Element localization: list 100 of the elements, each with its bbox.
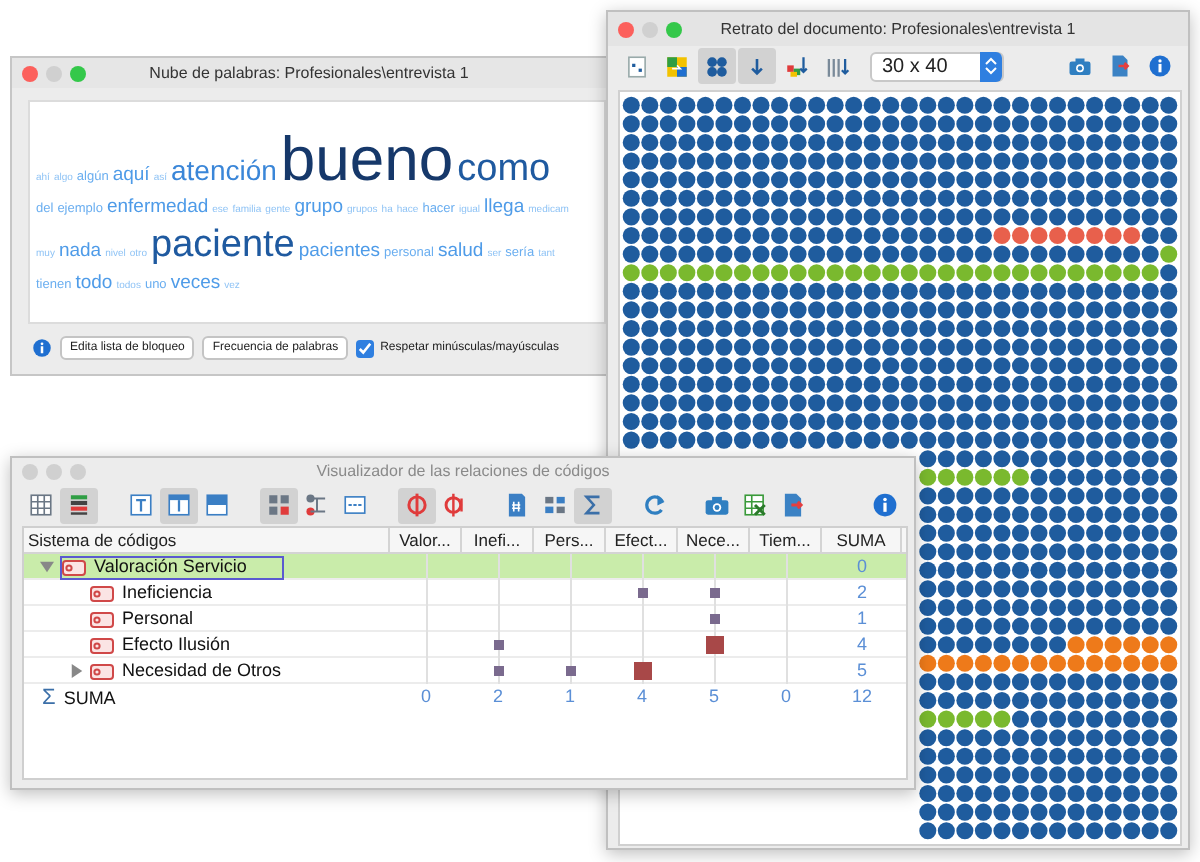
cloud-word: grupo (294, 194, 343, 222)
cloud-word: llega (484, 194, 525, 222)
code-name: Personal (122, 608, 194, 630)
camera-icon (1067, 54, 1091, 78)
table-row[interactable]: Ineficiencia 2 (24, 580, 906, 606)
relation-square[interactable] (633, 662, 651, 680)
sum-value: 2 (490, 684, 505, 710)
code-tag-icon (62, 559, 86, 575)
code-name: Ineficiencia (122, 582, 213, 604)
nodes-icon (304, 492, 330, 518)
export-icon (780, 492, 806, 518)
window-title: Nube de palabras: Profesionales\entrevista 1 (147, 61, 471, 85)
text-frame-icon (128, 492, 154, 518)
toolbar-button[interactable] (574, 487, 612, 523)
column-header[interactable]: Nece... (678, 528, 750, 552)
relation-square[interactable] (709, 588, 719, 598)
number-box-icon (342, 492, 368, 518)
column-header[interactable]: Valor... (390, 528, 462, 552)
dots-icon (704, 53, 730, 79)
document-icon (624, 53, 650, 79)
sum-value: 4 (854, 632, 869, 658)
color-squares-icon (664, 53, 690, 79)
relation-square[interactable] (493, 666, 503, 676)
document-hash-icon (504, 492, 530, 518)
grid-size-select[interactable]: 30 x 40 (870, 51, 1004, 81)
checkbox[interactable] (356, 339, 375, 357)
info-icon (1147, 54, 1171, 78)
relation-square[interactable] (709, 614, 719, 624)
cloud-word: bueno (280, 130, 454, 190)
sum-value: 12 (849, 684, 874, 710)
frame-header-icon (166, 492, 192, 518)
column-header[interactable]: SUMA (822, 528, 902, 552)
cloud-word: atención (170, 152, 277, 190)
code-tag-icon (90, 637, 114, 653)
code-name: Necesidad de Otros (122, 660, 282, 682)
cloud-word: paciente (151, 224, 295, 269)
toolbar-button[interactable] (60, 487, 98, 523)
code-tag-icon (90, 663, 114, 679)
cloud-word: pacientes (298, 238, 381, 267)
cloud-word: todo (75, 270, 113, 299)
table-icon (28, 492, 54, 518)
lines-sort-icon (824, 53, 850, 79)
relation-square[interactable] (637, 588, 647, 598)
cloud-word: veces (170, 270, 221, 299)
table-row[interactable]: Necesidad de Otros 5 (24, 658, 906, 684)
sum-value: 0 (418, 684, 433, 710)
sigma-icon (580, 492, 606, 518)
sum-value: 0 (854, 554, 869, 580)
column-header[interactable]: Efect... (606, 528, 678, 552)
sum-value: 0 (778, 684, 793, 710)
sum-value: 2 (854, 580, 869, 606)
refresh-icon (642, 492, 668, 518)
cloud-word: aquí (112, 162, 150, 190)
info-icon (32, 338, 52, 358)
cloud-word: enfermedad (106, 194, 209, 222)
spreadsheet-icon (742, 492, 768, 518)
cloud-word: nada (58, 238, 102, 267)
sum-value: 1 (854, 606, 869, 632)
toolbar-button[interactable] (260, 487, 298, 523)
info-button[interactable] (32, 338, 52, 358)
sum-label: SUMA (63, 685, 116, 709)
stepper-icon (980, 51, 1002, 81)
toolbar-button[interactable] (160, 487, 198, 523)
cloud-word: como (457, 148, 551, 192)
sigma-symbol: Σ (42, 685, 56, 709)
code-tag-icon (90, 611, 114, 627)
window-title: Visualizador de las relaciones de códigos (314, 459, 612, 483)
squares-grid-icon (266, 492, 292, 518)
select-value: 30 x 40 (882, 53, 948, 81)
code-name: Efecto Ilusión (122, 634, 231, 656)
info-icon (872, 492, 898, 518)
color-sort-icon (784, 53, 810, 79)
collapsed-triangle-icon[interactable] (70, 664, 84, 678)
code-tag-icon (90, 585, 114, 601)
table-row[interactable]: Valoración Servicio 0 (24, 554, 906, 580)
toolbar-button[interactable] (398, 487, 436, 523)
table-row[interactable]: Personal 1 (24, 606, 906, 632)
camera-icon (704, 492, 730, 518)
relation-square[interactable] (705, 636, 723, 654)
column-header[interactable]: Tiem... (750, 528, 822, 552)
column-header[interactable]: Pers... (534, 528, 606, 552)
frame-icon (204, 492, 230, 518)
circle-split-icon (442, 492, 468, 518)
sum-value: 4 (634, 684, 649, 710)
squares-icon (542, 492, 568, 518)
sum-value: 5 (854, 658, 869, 684)
window-title: Retrato del documento: Profesionales\entrevista 1 (718, 17, 1078, 41)
expanded-triangle-icon[interactable] (40, 560, 54, 574)
column-header[interactable]: Sistema de códigos (24, 528, 390, 552)
cloud-word: salud (437, 238, 484, 267)
relation-square[interactable] (565, 666, 575, 676)
colored-bars-icon (66, 492, 92, 518)
toolbar-button[interactable] (698, 48, 736, 84)
column-header[interactable]: Inefi... (462, 528, 534, 552)
sum-value: 5 (706, 684, 721, 710)
sum-value: 1 (562, 684, 577, 710)
toolbar-button[interactable] (738, 48, 776, 84)
table-row[interactable]: Efecto Ilusión 4 (24, 632, 906, 658)
relation-square[interactable] (493, 640, 503, 650)
code-name: Valoración Servicio (94, 556, 247, 578)
